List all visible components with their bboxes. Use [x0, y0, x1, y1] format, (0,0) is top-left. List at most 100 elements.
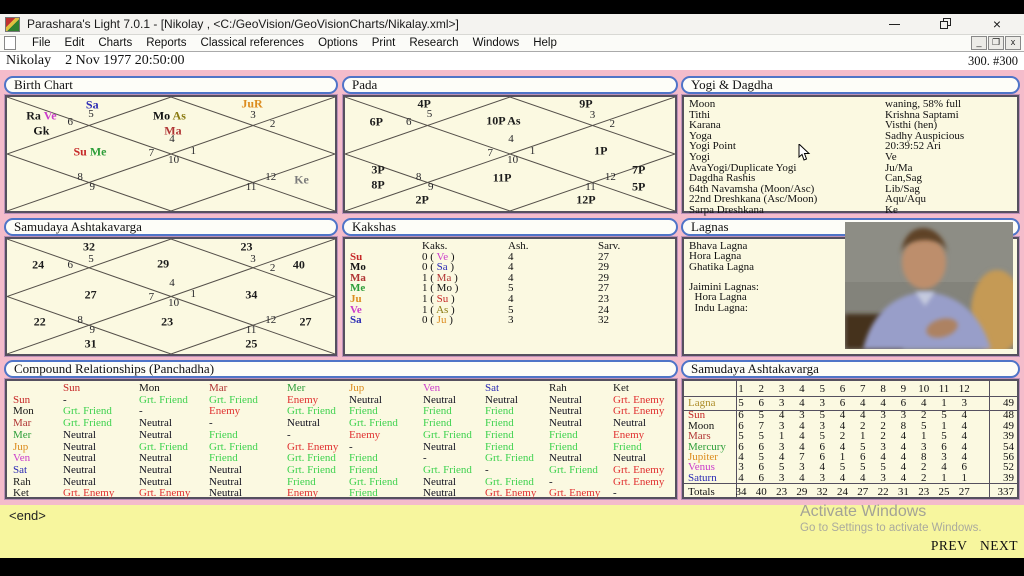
table-cell: 6: [758, 471, 765, 484]
panel-title-text: Birth Chart: [14, 77, 73, 92]
panel-title-text: Lagnas: [691, 219, 729, 234]
table-cell: 5: [738, 397, 744, 409]
end-marker: <end>: [9, 508, 46, 523]
chart-label: 11P: [492, 170, 512, 185]
chart-label: 2P: [415, 192, 429, 207]
table-cell: 4: [920, 397, 927, 409]
close-button[interactable]: ×: [990, 17, 1004, 31]
column-header-8: 8: [880, 383, 886, 395]
samudaya-ashtakavarga-diagram[interactable]: 5 6 3 2 4 7 10 1 8 9 11 12 32 24 29 23 40 27 34 22 31 23 25 27: [5, 237, 337, 356]
menu-item-research[interactable]: Research: [402, 37, 465, 49]
letterbox-top: [0, 0, 1024, 14]
column-header-2: 2: [758, 383, 765, 395]
table-cell: 2: [920, 471, 927, 484]
compound-row-ket: Ket Grt. Enemy Grt. Enemy Neutral Enemy Frien…: [13, 488, 617, 500]
compound-header-row: Sun Mon Mar Mer Jup Ven Sat Rah Ket: [63, 383, 629, 394]
main-area: Birth Chart 5 6 3 2 4 7 10 1 8 9 11 12 Sa Ra Ve Gk Mo A…: [0, 70, 1024, 505]
yogi-row: Moon waning, 58% full: [689, 98, 962, 110]
menu-item-print[interactable]: Print: [365, 37, 403, 49]
house-number-8: 8: [415, 170, 422, 183]
chart-label: 40: [292, 257, 305, 272]
kakshas-row: Sa 0 ( Ju ) 3 32: [350, 314, 609, 327]
column-header-12: 12: [958, 383, 970, 395]
mdi-restore-button[interactable]: ❐: [988, 36, 1004, 50]
prev-button[interactable]: PREV: [931, 538, 967, 553]
menu-item-classical-references[interactable]: Classical references: [194, 37, 312, 49]
menu-item-charts[interactable]: Charts: [91, 37, 139, 49]
birth-chart-diagram[interactable]: 5 6 3 2 4 7 10 1 8 9 11 12 Sa Ra Ve Gk Mo As Ma JuR Su Me K…: [5, 95, 337, 213]
record-number: 300. #300: [968, 53, 1018, 68]
table-cell: 27: [857, 486, 869, 498]
chart-label: 8P: [371, 177, 385, 192]
chart-datetime: 2 Nov 1977 20:50:00: [65, 53, 185, 68]
table-cell: 4: [839, 471, 846, 484]
panel-title-yogi-dagdha[interactable]: Yogi & Dagdha: [681, 76, 1020, 94]
panel-title-text: Samudaya Ashtakavarga: [14, 219, 142, 234]
menu-item-windows[interactable]: Windows: [466, 37, 527, 49]
table-cell: 27: [958, 486, 970, 498]
next-button[interactable]: NEXT: [980, 538, 1018, 553]
chart-label: 12P: [576, 192, 596, 207]
panel-title-samudaya-table[interactable]: Samudaya Ashtakavarga: [681, 360, 1020, 378]
menu-item-help[interactable]: Help: [526, 37, 564, 49]
house-number-11: 11: [245, 181, 257, 194]
panel-title-birth-chart[interactable]: Birth Chart: [4, 76, 338, 94]
menu-item-reports[interactable]: Reports: [139, 37, 193, 49]
mdi-minimize-button[interactable]: _: [971, 36, 987, 50]
panel-title-text: Pada: [352, 77, 378, 92]
chart-label: 24: [32, 257, 45, 272]
house-number-11: 11: [245, 323, 257, 336]
panel-title-compound[interactable]: Compound Relationships (Panchadha): [4, 360, 678, 378]
yogi-row: Karana Visthi (hen): [689, 119, 938, 132]
yogi-row: Yogi Point 20:39:52 Ari: [689, 140, 941, 153]
house-number-1: 1: [529, 144, 536, 157]
mdi-window-controls: _ ❐ x: [971, 36, 1024, 50]
house-number-8: 8: [77, 313, 83, 326]
menu-item-file[interactable]: File: [25, 37, 58, 49]
house-number-9: 9: [89, 323, 96, 336]
house-number-1: 1: [190, 288, 197, 301]
compound-relationships-table: Sun Mon Mar Mer Jup Ven Sat Rah Ket Sun - Grt. Frie…: [7, 381, 675, 500]
table-cell: 6: [839, 397, 846, 409]
column-header-10: 10: [918, 383, 930, 395]
panel-title-samudaya-chart[interactable]: Samudaya Ashtakavarga: [4, 218, 338, 236]
table-cell: 6: [900, 397, 907, 409]
menu-items: File Edit Charts Reports Classical reference…: [25, 37, 564, 49]
kakshas-header: Kaks. Ash. Sarv.: [422, 240, 621, 252]
table-cell: 1: [961, 471, 968, 484]
maximize-button[interactable]: [939, 17, 952, 31]
kakshas-table: Kaks. Ash. Sarv. Su 0 ( Ve ) 4 27 Mo 0 ( Sa ) 4 29…: [345, 239, 675, 354]
house-number-10: 10: [168, 297, 180, 310]
document-icon[interactable]: [4, 36, 16, 50]
chart-label: 27: [84, 287, 97, 302]
webcam-overlay: [845, 222, 1013, 349]
chart-label: Ke: [294, 172, 309, 187]
table-cell: 23: [918, 486, 930, 498]
table-cell: 4: [880, 397, 886, 409]
pada-chart-diagram[interactable]: 5 6 3 2 4 7 10 1 8 9 11 12 4P 6P 10P As 9P 1P 3P 8P 2P 11P 12…: [343, 95, 677, 213]
chart-label: 23: [240, 239, 253, 254]
panel-title-kakshas[interactable]: Kakshas: [342, 218, 678, 236]
mdi-close-button[interactable]: x: [1005, 36, 1021, 50]
menu-bar: File Edit Charts Reports Classical reference…: [0, 35, 1024, 52]
row-total-lagna: 49: [1003, 397, 1014, 409]
row-label-totals: Totals: [688, 486, 715, 498]
panel-compound-relationships: Compound Relationships (Panchadha) Sun Mo…: [4, 360, 678, 499]
house-number-7: 7: [148, 146, 155, 159]
minimize-button[interactable]: [888, 18, 901, 31]
chart-label: Mo As: [152, 108, 186, 123]
compound-row-jup: Jup Neutral Grt. Friend Grt. Friend Grt. Ene…: [13, 441, 642, 453]
panel-title-pada[interactable]: Pada: [342, 76, 678, 94]
house-number-7: 7: [487, 146, 493, 159]
column-header-3: 3: [778, 383, 785, 395]
chart-label: 32: [83, 239, 95, 254]
panel-samudaya-chart: Samudaya Ashtakavarga 5 6 3 2 4 7 10 1 8 9 11 12 32 2…: [4, 218, 338, 356]
menu-item-options[interactable]: Options: [311, 37, 365, 49]
chart-label: Sa: [85, 97, 99, 112]
compound-row-sun: Sun - Grt. Friend Grt. Friend Enemy Neutral Ne…: [13, 394, 665, 406]
menu-item-edit[interactable]: Edit: [58, 37, 92, 49]
table-cell: 23: [776, 486, 788, 498]
chart-label: JuR: [241, 96, 263, 111]
compound-row-sat: Sat Neutral Neutral Neutral Grt. Friend Frien…: [13, 464, 665, 476]
house-number-4: 4: [508, 133, 514, 146]
